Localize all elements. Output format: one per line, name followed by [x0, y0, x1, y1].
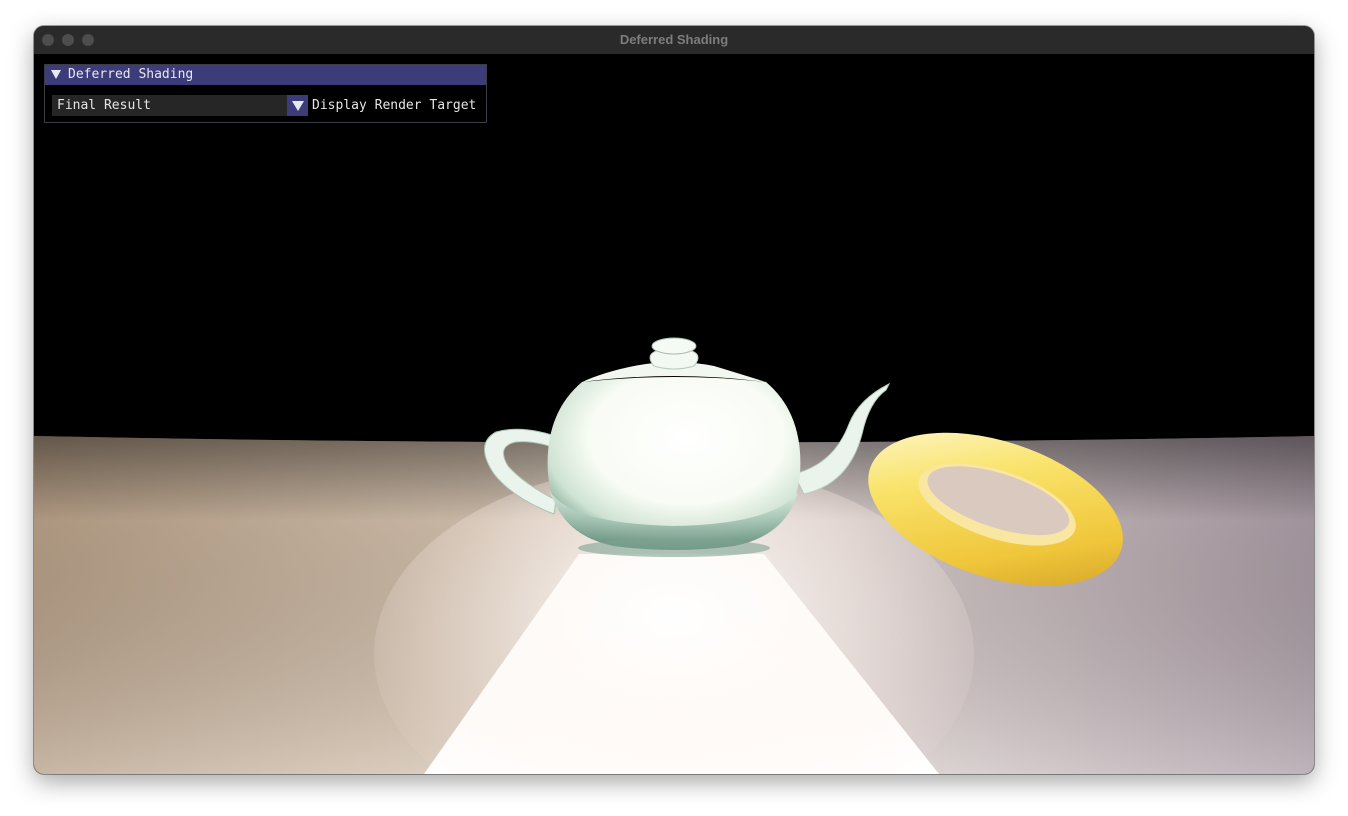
- render-viewport[interactable]: Deferred Shading Final Result Display Re…: [34, 54, 1314, 774]
- window-title: Deferred Shading: [619, 32, 729, 47]
- combo-selected-value: Final Result: [57, 98, 151, 113]
- render-target-combo[interactable]: Final Result: [52, 95, 308, 116]
- combo-dropdown-button[interactable]: [287, 95, 308, 116]
- title-bar[interactable]: Deferred Shading: [34, 26, 1314, 55]
- app-window: Deferred Shading Deferred Shading Final …: [34, 26, 1314, 774]
- panel-title: Deferred Shading: [68, 67, 194, 82]
- render-scene: [34, 337, 1314, 774]
- chevron-down-icon: [292, 101, 304, 111]
- combo-label: Display Render Target: [312, 98, 477, 113]
- collapse-arrow-icon[interactable]: [51, 70, 61, 79]
- imgui-panel: Deferred Shading Final Result Display Re…: [44, 64, 487, 123]
- panel-header[interactable]: Deferred Shading: [45, 65, 486, 85]
